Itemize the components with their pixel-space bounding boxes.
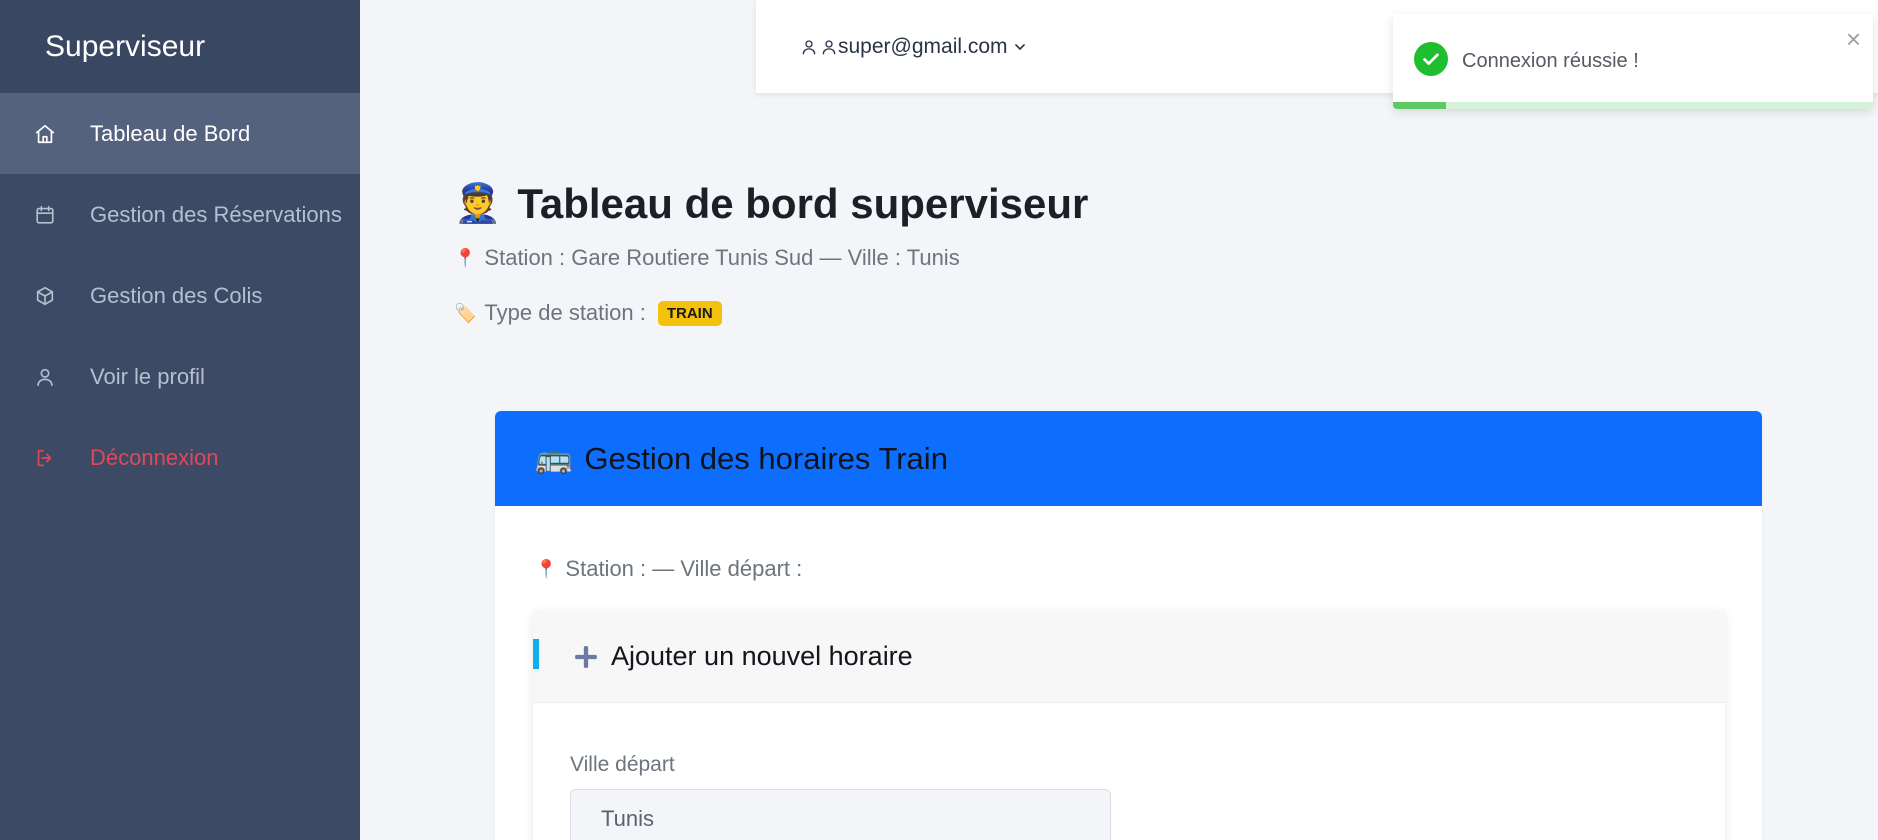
toast-message: Connexion réussie ! [1462,50,1639,72]
station-type-label: Type de station : [484,300,646,325]
sidebar-item-tableau-de-bord[interactable]: Tableau de Bord [0,93,360,174]
sidebar-item-label: Gestion des Réservations [90,201,342,227]
add-schedule-header: Ajouter un nouvel horaire [533,611,1725,703]
package-icon [34,285,56,307]
police-officer-icon: 👮 [454,183,502,225]
sidebar-item-label: Voir le profil [90,363,205,389]
sidebar: Superviseur Tableau de Bord Gestion des … [0,0,360,840]
calendar-icon [34,204,56,226]
page-title-text: Tableau de bord superviseur [517,180,1089,227]
sidebar-item-deconnexion[interactable]: Déconnexion [0,417,360,498]
check-circle-icon [1414,42,1448,76]
pin-icon: 📍 [454,247,477,268]
tag-icon: 🏷️ [454,302,477,323]
schedule-card: 🚌 Gestion des horaires Train 📍 Station :… [495,411,1762,840]
station-info: 📍 Station : Gare Routiere Tunis Sud — Vi… [454,245,960,271]
sidebar-item-reservations[interactable]: Gestion des Réservations [0,174,360,255]
station-info-text: Station : Gare Routiere Tunis Sud — Vill… [484,245,960,270]
schedule-card-header: 🚌 Gestion des horaires Train [495,411,1762,506]
sidebar-item-profil[interactable]: Voir le profil [0,336,360,417]
success-toast: Connexion réussie ! × [1393,14,1873,109]
station-type-badge: TRAIN [657,300,722,326]
station-type: 🏷️ Type de station : TRAIN [454,300,722,326]
user-icon [822,39,836,54]
ville-depart-label: Ville départ [570,753,675,776]
sidebar-item-label: Gestion des Colis [90,282,263,308]
header-accent [533,639,539,669]
chevron-down-icon [1014,43,1025,50]
close-icon[interactable]: × [1846,26,1861,52]
schedule-station-text: Station : — Ville départ : [565,556,803,581]
sidebar-item-label: Déconnexion [90,444,219,470]
user-icon [802,39,816,54]
user-menu-dropdown[interactable]: super@gmail.com [800,35,1028,59]
page-title: 👮 Tableau de bord superviseur [454,180,1088,228]
app: Superviseur Tableau de Bord Gestion des … [0,0,1878,840]
toast-progress-track [1393,102,1873,109]
add-schedule-title: Ajouter un nouvel horaire [611,641,913,671]
user-icon [34,366,56,388]
home-icon [34,123,56,145]
user-email: super@gmail.com [838,34,1008,58]
pin-icon: 📍 [535,558,558,579]
sidebar-item-colis[interactable]: Gestion des Colis [0,255,360,336]
sidebar-item-label: Tableau de Bord [90,120,251,146]
schedule-card-title: Gestion des horaires Train [584,440,948,476]
toast-progress-bar [1393,102,1446,109]
add-schedule-form: Ajouter un nouvel horaire Ville départ [533,611,1725,840]
plus-icon [575,645,597,668]
schedule-station-info: 📍 Station : — Ville départ : [535,556,802,582]
ville-depart-input[interactable] [570,789,1111,840]
bus-icon: 🚌 [535,442,573,475]
sidebar-brand: Superviseur [0,0,360,93]
logout-icon [34,447,56,469]
